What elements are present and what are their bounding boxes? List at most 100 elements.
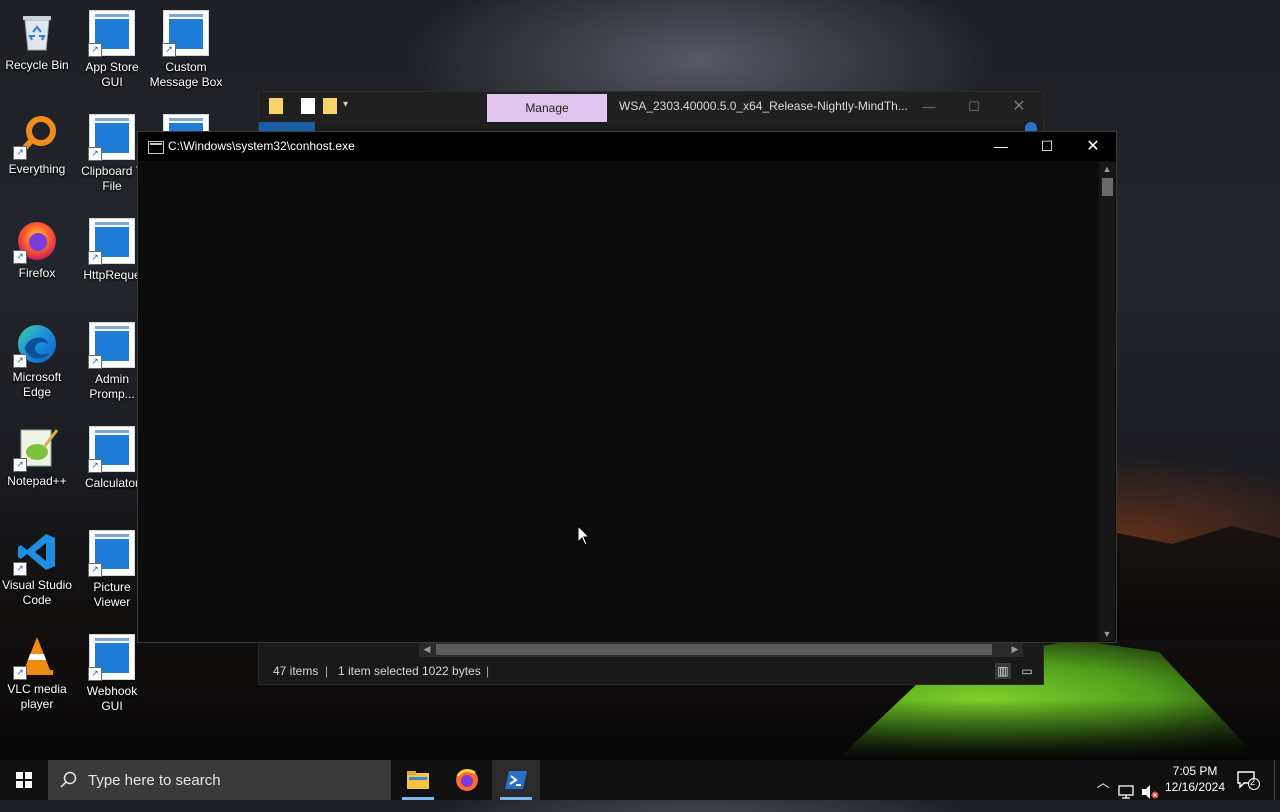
console-window[interactable]: C:\Windows\system32\conhost.exe — ☐ ✕ ▲ …: [137, 131, 1117, 643]
console-close-button[interactable]: ✕: [1070, 132, 1116, 161]
shortcut-arrow-icon: ↗: [88, 355, 102, 369]
search-placeholder: Type here to search: [88, 772, 221, 789]
firefox-icon: ↗: [13, 218, 59, 264]
mouse-cursor-icon: [577, 525, 591, 546]
action-center-button[interactable]: 2: [1236, 770, 1260, 790]
recycle-bin-icon: [15, 10, 59, 54]
desktop-icon-label: Visual Studio Code: [2, 578, 72, 607]
desktop-icon-vlc[interactable]: ↗ VLC media player: [0, 634, 74, 712]
minimize-icon[interactable]: —: [914, 96, 944, 118]
scroll-left-icon[interactable]: ◀: [419, 642, 435, 656]
app-window-icon: ↗: [88, 218, 135, 265]
scrollbar-thumb[interactable]: [436, 644, 992, 655]
search-magnifier-icon: ↗: [13, 114, 59, 160]
horizontal-scrollbar[interactable]: ◀ ▶: [419, 641, 1023, 657]
details-view-icon[interactable]: ▥: [995, 663, 1011, 679]
status-bar: 47 items | 1 item selected 1022 bytes | …: [259, 658, 1043, 684]
folder-icon: [269, 98, 283, 114]
properties-check-icon[interactable]: [301, 98, 315, 114]
status-divider: |: [325, 664, 329, 678]
notification-icon: [1237, 771, 1260, 790]
taskbar-search-box[interactable]: Type here to search: [48, 760, 391, 800]
desktop-icon-label: Webhook GUI: [86, 684, 138, 713]
maximize-icon[interactable]: ☐: [959, 96, 989, 118]
taskbar-powershell[interactable]: [492, 760, 540, 800]
volume-muted-icon[interactable]: [1140, 772, 1160, 812]
wallpaper-ground: [0, 700, 1280, 760]
console-minimize-button[interactable]: —: [978, 132, 1024, 161]
desktop-icon-label: Everything: [8, 162, 66, 176]
desktop-icon-webhook-gui[interactable]: ↗ Webhook GUI: [75, 634, 149, 714]
clock-date: 12/16/2024: [1164, 780, 1226, 794]
desktop-icon-everything[interactable]: ↗ Everything: [0, 114, 74, 177]
status-selected: 1 item selected: [338, 664, 419, 678]
shortcut-arrow-icon: ↗: [88, 251, 102, 265]
shortcut-arrow-icon: ↗: [13, 354, 27, 368]
scrollbar-thumb[interactable]: [1102, 178, 1113, 196]
app-window-icon: ↗: [88, 114, 135, 161]
shortcut-arrow-icon: ↗: [88, 147, 102, 161]
desktop-icon-label: Microsoft Edge: [12, 370, 62, 399]
desktop-icon-microsoft-edge[interactable]: ↗ Microsoft Edge: [0, 322, 74, 400]
file-explorer-icon: [407, 771, 429, 789]
desktop-icon-recycle-bin[interactable]: Recycle Bin: [0, 10, 74, 73]
scroll-up-icon[interactable]: ▲: [1099, 162, 1115, 176]
clock-time: 7:05 PM: [1172, 764, 1218, 778]
app-window-icon: ↗: [88, 322, 135, 369]
network-icon[interactable]: [1117, 772, 1137, 812]
start-button[interactable]: [0, 760, 48, 800]
shortcut-arrow-icon: ↗: [88, 563, 102, 577]
app-window-icon: ↗: [88, 530, 135, 577]
app-window-icon: ↗: [88, 634, 135, 681]
desktop-icon-firefox[interactable]: ↗ Firefox: [0, 218, 74, 281]
desktop-icon-custom-message-box[interactable]: ↗ Custom Message Box: [149, 10, 223, 90]
show-hidden-icons-chevron-icon[interactable]: ︿: [1094, 772, 1112, 812]
large-icons-view-icon[interactable]: ▭: [1019, 663, 1035, 679]
console-body[interactable]: [138, 161, 1099, 642]
shortcut-arrow-icon: ↗: [13, 562, 27, 576]
explorer-title: WSA_2303.40000.5.0_x64_Release-Nightly-M…: [619, 99, 908, 113]
quick-access-dropdown-icon[interactable]: ▾: [343, 99, 348, 110]
windows-logo-icon: [16, 772, 32, 788]
shortcut-arrow-icon: ↗: [162, 43, 176, 57]
explorer-titlebar: ▾ Manage WSA_2303.40000.5.0_x64_Release-…: [259, 92, 1043, 122]
shortcut-arrow-icon: ↗: [13, 250, 27, 264]
desktop-icon-label: Firefox: [18, 266, 56, 280]
app-window-icon: ↗: [162, 10, 209, 57]
shortcut-arrow-icon: ↗: [88, 43, 102, 57]
status-size: 1022 bytes: [422, 664, 481, 678]
taskbar-firefox[interactable]: [443, 760, 491, 800]
new-folder-icon[interactable]: [323, 98, 337, 114]
search-icon: [60, 771, 77, 788]
scroll-right-icon[interactable]: ▶: [1007, 642, 1023, 656]
taskbar: Type here to search ︿ 7:05 PM 12/16/2024…: [0, 760, 1280, 800]
desktop-icon-app-store-gui[interactable]: ↗ App Store GUI: [75, 10, 149, 90]
desktop-icon-label: App Store GUI: [85, 60, 139, 89]
desktop-icon-notepadpp[interactable]: ↗ Notepad++: [0, 426, 74, 489]
shortcut-arrow-icon: ↗: [13, 666, 27, 680]
show-desktop-button[interactable]: [1274, 760, 1280, 800]
notification-count: 2: [1250, 777, 1256, 787]
shortcut-arrow-icon: ↗: [88, 459, 102, 473]
vscode-icon: ↗: [13, 530, 59, 576]
notepadpp-icon: ↗: [13, 426, 59, 472]
console-maximize-button[interactable]: ☐: [1024, 132, 1070, 161]
taskbar-file-explorer[interactable]: [394, 760, 442, 800]
desktop-icon-label: Notepad++: [7, 474, 67, 488]
status-item-count: 47 items: [273, 664, 319, 678]
console-app-icon: [148, 141, 164, 154]
scroll-down-icon[interactable]: ▼: [1099, 627, 1115, 641]
app-window-icon: ↗: [88, 10, 135, 57]
console-title: C:\Windows\system32\conhost.exe: [168, 139, 355, 153]
tab-manage[interactable]: Manage: [487, 94, 607, 122]
close-icon[interactable]: ✕: [1004, 96, 1034, 118]
vertical-scrollbar[interactable]: ▲ ▼: [1099, 162, 1115, 641]
desktop-icon-label: VLC media player: [7, 682, 67, 711]
shortcut-arrow-icon: ↗: [13, 146, 27, 160]
edge-icon: ↗: [13, 322, 59, 368]
taskbar-clock[interactable]: 7:05 PM 12/16/2024: [1160, 763, 1230, 795]
shortcut-arrow-icon: ↗: [13, 458, 27, 472]
app-window-icon: ↗: [88, 426, 135, 473]
desktop-icon-label: Recycle Bin: [5, 58, 69, 72]
desktop-icon-vscode[interactable]: ↗ Visual Studio Code: [0, 530, 74, 608]
